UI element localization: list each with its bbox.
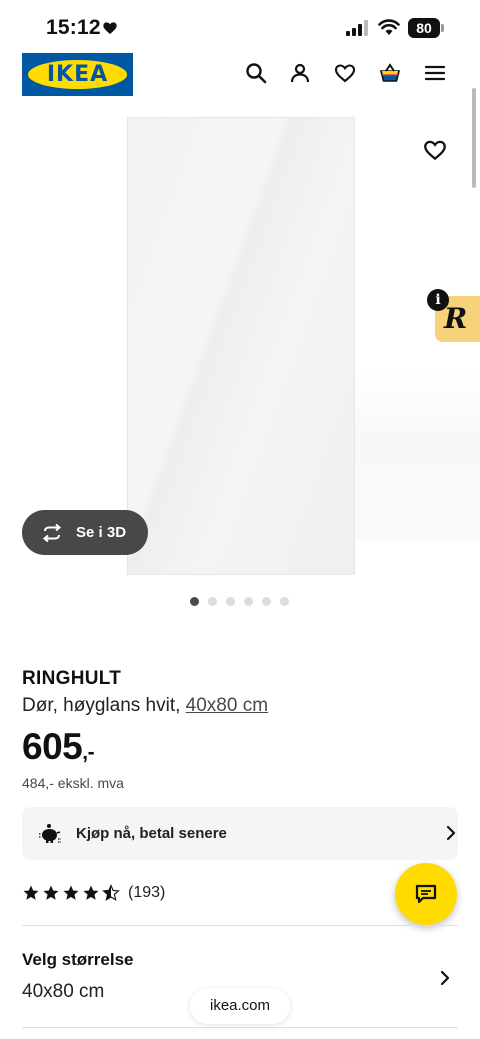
view-3d-label: Se i 3D (76, 524, 127, 541)
scrollbar[interactable] (472, 88, 476, 188)
cart-icon[interactable] (378, 61, 402, 85)
status-bar: 15:12 80 (0, 0, 480, 52)
add-to-wishlist-icon[interactable] (422, 137, 448, 163)
piggy-bank-icon (39, 824, 61, 843)
rating-count: (193) (128, 884, 166, 901)
account-icon[interactable] (288, 61, 312, 85)
heart-icon (103, 22, 117, 34)
chat-icon (415, 884, 437, 904)
gallery-dot[interactable] (244, 597, 253, 606)
pay-later-button[interactable]: Kjøp nå, betal senere (22, 807, 458, 860)
battery-level: 80 (408, 18, 440, 38)
browser-url-bar[interactable]: ikea.com (190, 988, 290, 1024)
search-icon[interactable] (244, 61, 268, 85)
wifi-icon (378, 19, 400, 35)
extension-logo: R (444, 302, 468, 335)
gallery-dot[interactable] (280, 597, 289, 606)
gallery-dot[interactable] (226, 597, 235, 606)
status-time: 15:12 (46, 16, 101, 39)
signal-icon (346, 20, 368, 36)
product-image[interactable] (127, 117, 355, 575)
ikea-logo[interactable]: IKEA (22, 53, 133, 96)
site-header: IKEA (0, 52, 480, 98)
product-name: RINGHULT (22, 668, 122, 689)
chevron-right-icon (446, 825, 456, 841)
gallery-dot[interactable] (190, 597, 199, 606)
price-ex-vat: 484,- ekskl. mva (22, 775, 124, 791)
divider (22, 925, 458, 926)
chat-button[interactable] (395, 863, 457, 925)
chevron-right-icon[interactable] (436, 969, 454, 987)
star-icon (63, 885, 79, 900)
product-price: 605,- (22, 726, 95, 768)
gallery-dot[interactable] (262, 597, 271, 606)
product-description: Dør, høyglans hvit, 40x80 cm (22, 695, 268, 717)
star-icon (43, 885, 59, 900)
gallery-dot[interactable] (208, 597, 217, 606)
divider (22, 1027, 458, 1028)
pay-later-label: Kjøp nå, betal senere (76, 825, 227, 842)
half-star-icon (102, 884, 120, 901)
price-suffix: ,- (82, 741, 95, 764)
wishlist-icon[interactable] (333, 61, 357, 85)
logo-text: IKEA (46, 62, 109, 87)
product-type: Dør, høyglans hvit, (22, 695, 186, 716)
price-value: 605 (22, 726, 83, 767)
info-icon[interactable]: i (427, 289, 449, 311)
menu-icon[interactable] (423, 61, 447, 85)
size-selector-label: Velg størrelse (22, 950, 134, 969)
size-link[interactable]: 40x80 cm (186, 695, 268, 716)
battery-icon: 80 (408, 18, 444, 38)
rotate-icon (42, 523, 62, 543)
star-icon (23, 885, 39, 900)
view-3d-button[interactable]: Se i 3D (22, 510, 148, 555)
size-selector-value[interactable]: 40x80 cm (22, 981, 104, 1003)
star-icon (83, 885, 99, 900)
